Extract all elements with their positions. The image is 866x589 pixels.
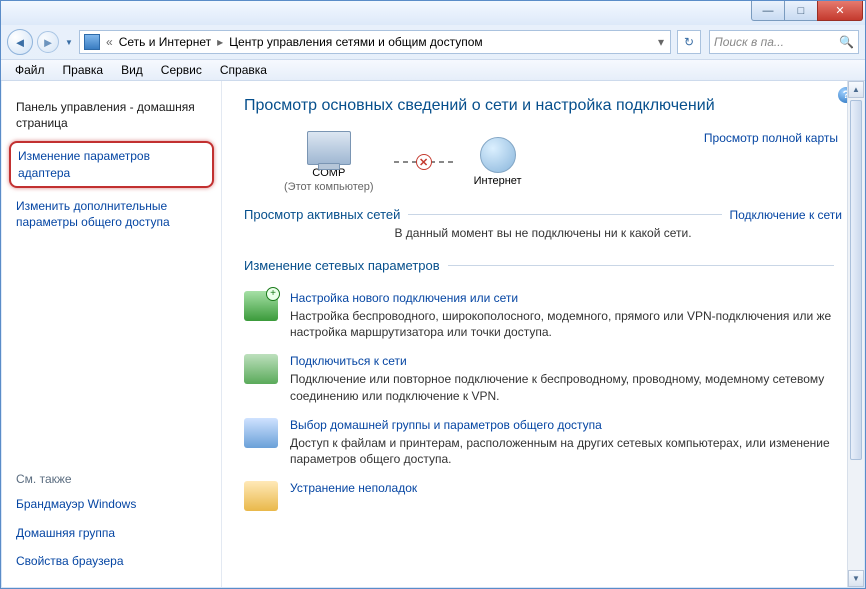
menu-help[interactable]: Справка bbox=[212, 61, 275, 79]
option-title[interactable]: Настройка нового подключения или сети bbox=[290, 291, 842, 305]
network-connection-line: ✕ bbox=[394, 161, 454, 163]
troubleshoot-icon bbox=[244, 481, 278, 511]
address-bar[interactable]: « Сеть и Интернет ▸ Центр управления сет… bbox=[79, 30, 671, 54]
option-title[interactable]: Выбор домашней группы и параметров общег… bbox=[290, 418, 842, 432]
navigation-bar: ◄ ► ▼ « Сеть и Интернет ▸ Центр управлен… bbox=[1, 25, 865, 59]
node-label: Интернет bbox=[474, 175, 522, 187]
option-body: Подключиться к сети Подключение или повт… bbox=[290, 354, 842, 403]
connect-network-icon bbox=[244, 354, 278, 384]
search-input[interactable]: Поиск в па... 🔍 bbox=[709, 30, 859, 54]
menu-file[interactable]: Файл bbox=[7, 61, 53, 79]
disconnected-icon: ✕ bbox=[416, 154, 432, 170]
sidebar-sharing-link[interactable]: Изменить дополнительные параметры общего… bbox=[16, 198, 207, 230]
option-homegroup[interactable]: Выбор домашней группы и параметров общег… bbox=[244, 410, 842, 473]
menu-service[interactable]: Сервис bbox=[153, 61, 210, 79]
content-area: Панель управления - домашняя страница Из… bbox=[2, 81, 864, 587]
active-networks-status: В данный момент вы не подключены ни к ка… bbox=[244, 226, 842, 240]
vertical-scrollbar[interactable]: ▲ ▼ bbox=[847, 81, 864, 587]
new-connection-icon bbox=[244, 291, 278, 321]
option-body: Выбор домашней группы и параметров общег… bbox=[290, 418, 842, 467]
network-node-internet: Интернет bbox=[474, 137, 522, 187]
computer-icon bbox=[307, 131, 351, 165]
sidebar-seealso-heading: См. также bbox=[16, 472, 207, 486]
section-divider bbox=[408, 214, 721, 215]
titlebar[interactable]: — □ ✕ bbox=[1, 1, 865, 25]
scroll-up-button[interactable]: ▲ bbox=[848, 81, 864, 98]
window-controls: — □ ✕ bbox=[752, 1, 863, 21]
option-description: Доступ к файлам и принтерам, расположенн… bbox=[290, 435, 842, 467]
scroll-down-button[interactable]: ▼ bbox=[848, 570, 864, 587]
option-body: Устранение неполадок bbox=[290, 481, 417, 511]
homegroup-icon bbox=[244, 418, 278, 448]
sidebar: Панель управления - домашняя страница Из… bbox=[2, 81, 222, 587]
section-heading: Изменение сетевых параметров bbox=[244, 258, 440, 273]
sidebar-spacer bbox=[16, 236, 207, 464]
option-troubleshoot[interactable]: Устранение неполадок bbox=[244, 473, 842, 517]
breadcrumb-segment[interactable]: Центр управления сетями и общим доступом bbox=[229, 35, 483, 49]
highlighted-adapter-link: Изменение параметров адаптера bbox=[9, 141, 214, 187]
change-settings-section: Изменение сетевых параметров bbox=[244, 258, 842, 273]
forward-button[interactable]: ► bbox=[37, 31, 59, 53]
search-icon[interactable]: 🔍 bbox=[839, 35, 854, 49]
globe-icon bbox=[480, 137, 516, 173]
sidebar-adapter-link[interactable]: Изменение параметров адаптера bbox=[18, 148, 205, 180]
search-placeholder: Поиск в па... bbox=[714, 35, 784, 49]
sidebar-homegroup-link[interactable]: Домашняя группа bbox=[16, 525, 207, 541]
breadcrumb-segment[interactable]: Сеть и Интернет bbox=[119, 35, 211, 49]
menu-view[interactable]: Вид bbox=[113, 61, 151, 79]
history-dropdown[interactable]: ▼ bbox=[63, 31, 75, 53]
full-map-link[interactable]: Просмотр полной карты bbox=[704, 131, 838, 145]
option-title[interactable]: Подключиться к сети bbox=[290, 354, 842, 368]
network-node-computer: COMP (Этот компьютер) bbox=[284, 131, 374, 193]
window-frame: — □ ✕ ◄ ► ▼ « Сеть и Интернет ▸ Центр уп… bbox=[0, 0, 866, 589]
address-dropdown-icon[interactable]: ▾ bbox=[656, 35, 666, 49]
option-connect-network[interactable]: Подключиться к сети Подключение или повт… bbox=[244, 346, 842, 409]
section-heading: Просмотр активных сетей bbox=[244, 207, 400, 222]
option-description: Настройка беспроводного, широкополосного… bbox=[290, 308, 842, 340]
page-title: Просмотр основных сведений о сети и наст… bbox=[244, 97, 842, 115]
option-title[interactable]: Устранение неполадок bbox=[290, 481, 417, 495]
main-panel: ? Просмотр основных сведений о сети и на… bbox=[222, 81, 864, 587]
scroll-thumb[interactable] bbox=[850, 100, 862, 460]
maximize-button[interactable]: □ bbox=[784, 1, 818, 21]
refresh-button[interactable]: ↻ bbox=[677, 30, 701, 54]
close-button[interactable]: ✕ bbox=[817, 1, 863, 21]
control-panel-icon bbox=[84, 34, 100, 50]
option-new-connection[interactable]: Настройка нового подключения или сети На… bbox=[244, 283, 842, 346]
menu-bar: Файл Правка Вид Сервис Справка bbox=[1, 59, 865, 81]
section-divider bbox=[448, 265, 834, 266]
back-button[interactable]: ◄ bbox=[7, 29, 33, 55]
options-list: Настройка нового подключения или сети На… bbox=[244, 283, 842, 517]
active-networks-section: Просмотр активных сетей Подключение к се… bbox=[244, 207, 842, 222]
connect-network-link[interactable]: Подключение к сети bbox=[730, 208, 842, 222]
option-body: Настройка нового подключения или сети На… bbox=[290, 291, 842, 340]
sidebar-firewall-link[interactable]: Брандмауэр Windows bbox=[16, 496, 207, 512]
sidebar-home-link[interactable]: Панель управления - домашняя страница bbox=[16, 99, 207, 131]
chevron-right-icon: ▸ bbox=[215, 35, 225, 49]
option-description: Подключение или повторное подключение к … bbox=[290, 371, 842, 403]
minimize-button[interactable]: — bbox=[751, 1, 785, 21]
node-sublabel: (Этот компьютер) bbox=[284, 181, 374, 193]
chevron-icon: « bbox=[104, 35, 115, 49]
sidebar-browser-link[interactable]: Свойства браузера bbox=[16, 553, 207, 569]
menu-edit[interactable]: Правка bbox=[55, 61, 112, 79]
